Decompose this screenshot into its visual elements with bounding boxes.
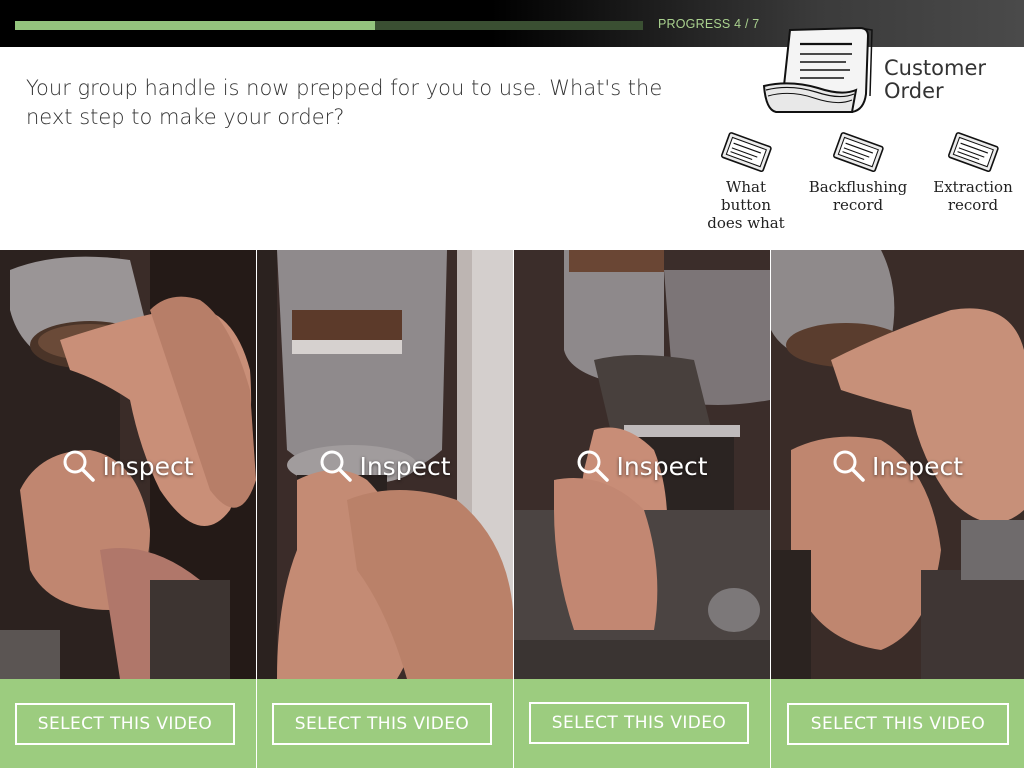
panel-divider — [513, 250, 514, 768]
select-bar: SELECT THIS VIDEO — [771, 679, 1024, 768]
magnifier-icon — [63, 450, 96, 482]
inspect-label: Inspect — [359, 451, 451, 481]
inspect-button[interactable]: Inspect — [514, 446, 770, 486]
progress-label: PROGRESS 4 / 7 — [658, 17, 760, 31]
resource-label: What button does what — [707, 178, 785, 232]
panel-divider — [256, 250, 257, 768]
select-bar: SELECT THIS VIDEO — [0, 679, 256, 768]
question-text: Your group handle is now prepped for you… — [26, 76, 663, 129]
customer-order-label[interactable]: Customer Order — [884, 57, 1014, 103]
video-option-3: Inspect SELECT THIS VIDEO — [514, 250, 770, 768]
resource-extraction-record[interactable]: Extraction record — [918, 130, 1024, 214]
inspect-button[interactable]: Inspect — [771, 446, 1024, 486]
video-option-4: Inspect SELECT THIS VIDEO — [771, 250, 1024, 768]
resource-what-button-does-what[interactable]: What button does what — [691, 130, 801, 232]
select-bar: SELECT THIS VIDEO — [257, 679, 513, 768]
video-option-1: Inspect SELECT THIS VIDEO — [0, 250, 256, 768]
inspect-button[interactable]: Inspect — [257, 446, 513, 486]
select-video-button[interactable]: SELECT THIS VIDEO — [529, 702, 749, 744]
magnifier-icon — [833, 450, 865, 482]
select-video-button[interactable]: SELECT THIS VIDEO — [15, 703, 235, 745]
inspect-button[interactable]: Inspect — [0, 446, 256, 486]
resource-label: Backflushing record — [808, 178, 908, 214]
ticket-icon — [720, 132, 772, 173]
inspect-label: Inspect — [871, 451, 964, 481]
progress-fill — [15, 21, 375, 30]
select-bar: SELECT THIS VIDEO — [514, 679, 770, 768]
ticket-icon — [832, 132, 884, 173]
select-video-button[interactable]: SELECT THIS VIDEO — [272, 703, 492, 745]
select-video-button[interactable]: SELECT THIS VIDEO — [787, 703, 1009, 745]
video-option-2: Inspect SELECT THIS VIDEO — [257, 250, 513, 768]
magnifier-icon — [577, 450, 610, 482]
ticket-icon — [947, 132, 999, 173]
panel-divider — [770, 250, 771, 768]
resource-backflushing-record[interactable]: Backflushing record — [803, 130, 913, 214]
inspect-label: Inspect — [102, 451, 194, 481]
video-options: Inspect SELECT THIS VIDEO Inspect SELECT… — [0, 250, 1024, 768]
resource-label: Extraction record — [933, 178, 1013, 214]
magnifier-icon — [320, 450, 353, 482]
progress-track — [15, 21, 643, 30]
inspect-label: Inspect — [616, 451, 708, 481]
receipt-icon[interactable] — [760, 24, 878, 120]
